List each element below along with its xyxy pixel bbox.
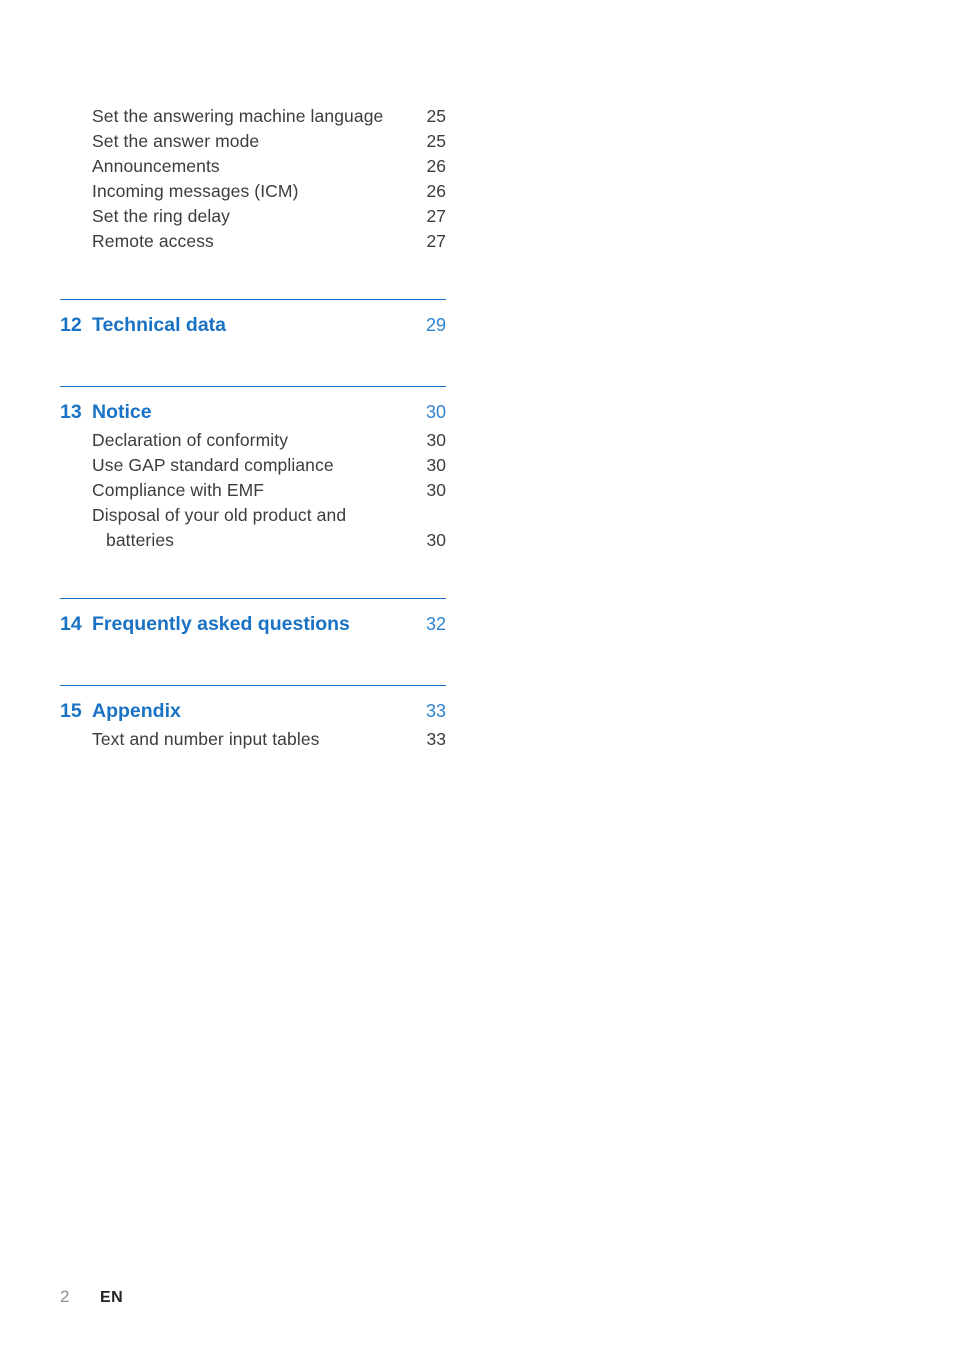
section-page: 29 [425,315,446,335]
toc-entry-page: 26 [426,156,446,176]
toc-entry-page: 30 [426,430,446,450]
toc-entry[interactable]: Compliance with EMF 30 [60,478,446,503]
section-page: 32 [425,614,446,634]
toc-continued-group: Set the answering machine language 25 Se… [60,104,446,254]
document-page: Set the answering machine language 25 Se… [0,0,954,1350]
footer-page-number: 2 [60,1287,70,1306]
toc-entry-page: 27 [426,231,446,251]
toc-section-heading[interactable]: 12 Technical data 29 [60,310,446,341]
toc-entry-label: Declaration of conformity [92,430,289,450]
toc-entry[interactable]: Incoming messages (ICM) 26 [60,179,446,204]
toc-section-heading[interactable]: 15 Appendix 33 [60,696,446,727]
section-title: Appendix [92,700,181,722]
section-title: Technical data [92,314,227,336]
toc-section-heading[interactable]: 14 Frequently asked questions 32 [60,609,446,640]
toc-entry-page: 30 [426,480,446,500]
toc-section-heading[interactable]: 13 Notice 30 [60,397,446,428]
toc-entry-page: 26 [426,181,446,201]
toc-entry-label: Set the ring delay [92,206,230,226]
toc-entry-label: Use GAP standard compliance [92,455,334,475]
toc-section-entries: Declaration of conformity 30 Use GAP sta… [60,428,446,553]
section-title: Notice [92,401,152,423]
section-divider [60,386,446,387]
section-divider [60,598,446,599]
section-page: 30 [425,402,446,422]
toc-entry-label: Set the answer mode [92,131,260,151]
toc-entry[interactable]: Remote access 27 [60,229,446,254]
toc-entry-label: Announcements [92,156,220,176]
toc-entry[interactable]: Set the ring delay 27 [60,204,446,229]
toc-entry-label: Text and number input tables [92,729,320,749]
toc-entry-label: Remote access [92,231,214,251]
toc-entry-label: Set the answering machine language [92,106,384,126]
section-divider [60,685,446,686]
toc-entry[interactable]: Text and number input tables 33 [60,727,446,752]
section-number: 14 [60,613,82,635]
section-number: 15 [60,700,82,722]
section-title: Frequently asked questions [92,613,350,635]
page-footer: 2 EN [60,1287,123,1307]
section-number: 13 [60,401,82,423]
section-number: 12 [60,314,82,336]
toc-entry[interactable]: Declaration of conformity 30 [60,428,446,453]
section-page: 33 [425,701,446,721]
toc-entry-label: batteries [106,530,175,550]
toc-section-entries: Text and number input tables 33 [60,727,446,752]
toc-entry-label: Compliance with EMF [92,480,265,500]
toc-entry-label: Incoming messages (ICM) [92,181,299,201]
section-divider [60,299,446,300]
toc-entry-page: 30 [426,530,446,550]
toc-entry[interactable]: Set the answer mode 25 [60,129,446,154]
toc-entry[interactable]: Announcements 26 [60,154,446,179]
toc-entry-page: 30 [426,455,446,475]
toc-entry[interactable]: Use GAP standard compliance 30 [60,453,446,478]
toc-entry-page: 25 [426,106,446,126]
toc-entry-page: 27 [426,206,446,226]
table-of-contents: Set the answering machine language 25 Se… [60,104,446,752]
toc-entry-label: Disposal of your old product and [92,505,347,525]
toc-entry[interactable]: Set the answering machine language 25 [60,104,446,129]
toc-entry[interactable]: Disposal of your old product and [60,503,446,528]
toc-entry-continuation[interactable]: batteries 30 [60,528,446,553]
toc-entry-page: 33 [426,729,446,749]
toc-entry-page: 25 [426,131,446,151]
footer-language-code: EN [100,1289,124,1306]
